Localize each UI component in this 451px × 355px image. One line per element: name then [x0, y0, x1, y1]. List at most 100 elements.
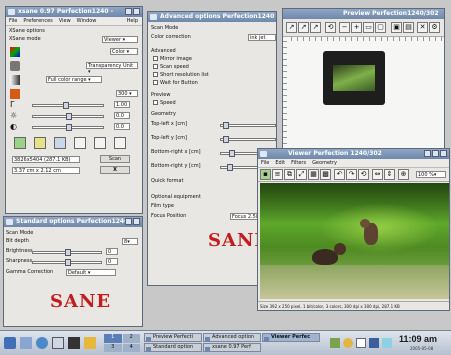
- standard-title-bar[interactable]: Standard options Perfection1240: [4, 217, 142, 227]
- despeckle-icon[interactable]: ▦: [308, 169, 319, 180]
- gamma-correction-select[interactable]: Default ▾: [66, 269, 116, 276]
- tray-monitor-icon[interactable]: [382, 338, 392, 348]
- sharpness-slider[interactable]: [32, 259, 102, 266]
- close-icon[interactable]: [440, 150, 447, 157]
- wait-checkbox[interactable]: Wait for Button: [153, 80, 198, 87]
- menu-file[interactable]: File: [9, 17, 17, 25]
- contrast-knob[interactable]: [66, 124, 72, 131]
- task-viewer[interactable]: Viewer Perfec: [262, 333, 320, 342]
- checkbox-icon[interactable]: [153, 100, 158, 105]
- scale-icon[interactable]: ⤢: [296, 169, 307, 180]
- bry-knob[interactable]: [227, 164, 233, 171]
- preview-title-bar[interactable]: Preview Perfection1240/302: [283, 9, 444, 19]
- viewer-menu-file[interactable]: File: [261, 159, 269, 167]
- std-brightness-field[interactable]: 0: [106, 248, 118, 255]
- gamma-knob[interactable]: [63, 102, 69, 109]
- brightness-knob[interactable]: [66, 113, 72, 120]
- minimize-icon[interactable]: [125, 8, 132, 15]
- tly-knob[interactable]: [223, 136, 229, 143]
- preview-settings-icon[interactable]: ⚙: [429, 22, 440, 33]
- rotate-right-icon[interactable]: ↷: [346, 169, 357, 180]
- task-preview[interactable]: Preview Perfecti: [144, 333, 202, 342]
- tlx-knob[interactable]: [223, 122, 229, 129]
- brx-knob[interactable]: [229, 150, 235, 157]
- sharpness-field[interactable]: 0: [106, 258, 118, 265]
- bit-depth-select[interactable]: 8▾: [122, 238, 138, 245]
- color-correction-select[interactable]: ink jet: [248, 34, 276, 41]
- desktop-3[interactable]: 3: [104, 343, 122, 352]
- desktop-2[interactable]: 2: [122, 334, 140, 343]
- default-enhance-icon[interactable]: [54, 137, 66, 149]
- xsane-mode-select[interactable]: Viewer ▾: [102, 36, 138, 43]
- viewer-menu-filters[interactable]: Filters: [291, 159, 306, 167]
- color-mode-select[interactable]: Color ▾: [110, 48, 138, 55]
- std-brightness-slider[interactable]: [32, 249, 102, 256]
- task-standard[interactable]: Standard option: [144, 343, 202, 352]
- cancel-button[interactable]: X: [100, 166, 130, 174]
- checkbox-icon[interactable]: [153, 56, 158, 61]
- close-icon[interactable]: [133, 218, 140, 225]
- menu-view[interactable]: View: [59, 17, 71, 25]
- contrast-slider[interactable]: [32, 124, 104, 131]
- clock-time[interactable]: 11:09 am: [399, 334, 437, 344]
- office-icon[interactable]: [84, 337, 96, 349]
- maximize-icon[interactable]: [432, 150, 439, 157]
- tray-network-icon[interactable]: [330, 338, 340, 348]
- auto-enhance-icon[interactable]: [34, 137, 46, 149]
- color-range-select[interactable]: Full color range ▾: [46, 76, 102, 83]
- hist-icon[interactable]: [114, 137, 126, 149]
- pipette-black-icon[interactable]: ↗: [310, 22, 321, 33]
- zoom-select[interactable]: 100 %▾: [416, 171, 446, 178]
- zoom-full-icon[interactable]: ▢: [375, 22, 386, 33]
- rotate-icon[interactable]: ⟲: [325, 22, 336, 33]
- contrast-field[interactable]: 0.0: [114, 123, 130, 130]
- start-menu-icon[interactable]: [4, 337, 16, 349]
- checkbox-icon[interactable]: [153, 64, 158, 69]
- minimize-icon[interactable]: [424, 150, 431, 157]
- menu-help[interactable]: Help: [127, 17, 138, 25]
- delete-images-icon[interactable]: ✕: [417, 22, 428, 33]
- checkbox-icon[interactable]: [153, 80, 158, 85]
- ocr-icon[interactable]: ≡: [272, 169, 283, 180]
- zoom-select-icon[interactable]: ⊕: [398, 169, 409, 180]
- viewer-menu-edit[interactable]: Edit: [275, 159, 285, 167]
- browser-icon[interactable]: [36, 337, 48, 349]
- checkbox-icon[interactable]: [153, 72, 158, 77]
- std-brightness-knob[interactable]: [65, 249, 71, 256]
- scan-button[interactable]: Scan: [100, 155, 130, 163]
- desktop-pager[interactable]: 1 2 3 4: [104, 334, 140, 352]
- pipette-white-icon[interactable]: ↗: [286, 22, 297, 33]
- speed-checkbox[interactable]: Scan speed: [153, 64, 189, 71]
- histogram-icon[interactable]: [14, 137, 26, 149]
- gamma-slider[interactable]: [32, 102, 104, 109]
- brightness-slider[interactable]: [32, 113, 104, 120]
- resolution-select[interactable]: 300 ▾: [116, 90, 138, 97]
- restore-icon[interactable]: [74, 137, 86, 149]
- desktop-1[interactable]: 1: [104, 334, 122, 343]
- brightness-field[interactable]: 0.0: [114, 112, 130, 119]
- tray-updater-icon[interactable]: [343, 338, 353, 348]
- media-select[interactable]: Transparency Unit ▾: [86, 62, 138, 75]
- desktop-4[interactable]: 4: [122, 343, 140, 352]
- short-res-checkbox[interactable]: Short resolution list: [153, 72, 209, 79]
- tlx-slider[interactable]: [220, 122, 276, 129]
- task-xsane[interactable]: xsane 0.97 Perf: [203, 343, 261, 352]
- tly-slider[interactable]: [220, 136, 276, 143]
- pipette-gray-icon[interactable]: ↗: [298, 22, 309, 33]
- mail-icon[interactable]: [52, 337, 64, 349]
- viewer-menu-geometry[interactable]: Geometry: [312, 159, 337, 167]
- zoom-out-icon[interactable]: −: [339, 22, 350, 33]
- viewer-title-bar[interactable]: Viewer Perfection 1240/302: [258, 149, 449, 159]
- preview-speed-checkbox[interactable]: Speed: [153, 100, 176, 107]
- zoom-in-icon[interactable]: +: [351, 22, 362, 33]
- xsane-title-bar[interactable]: xsane 0.97 Perfection1240 -: [6, 7, 142, 17]
- menu-window[interactable]: Window: [77, 17, 97, 25]
- sharpness-knob[interactable]: [65, 259, 71, 266]
- blur-icon[interactable]: ▩: [320, 169, 331, 180]
- gamma-field[interactable]: 1.00: [114, 101, 130, 108]
- rotate-180-icon[interactable]: ⟲: [358, 169, 369, 180]
- clone-icon[interactable]: ⧉: [284, 169, 295, 180]
- minimize-icon[interactable]: [125, 218, 132, 225]
- home-icon[interactable]: [20, 337, 32, 349]
- mirror-checkbox[interactable]: Mirror image: [153, 56, 192, 63]
